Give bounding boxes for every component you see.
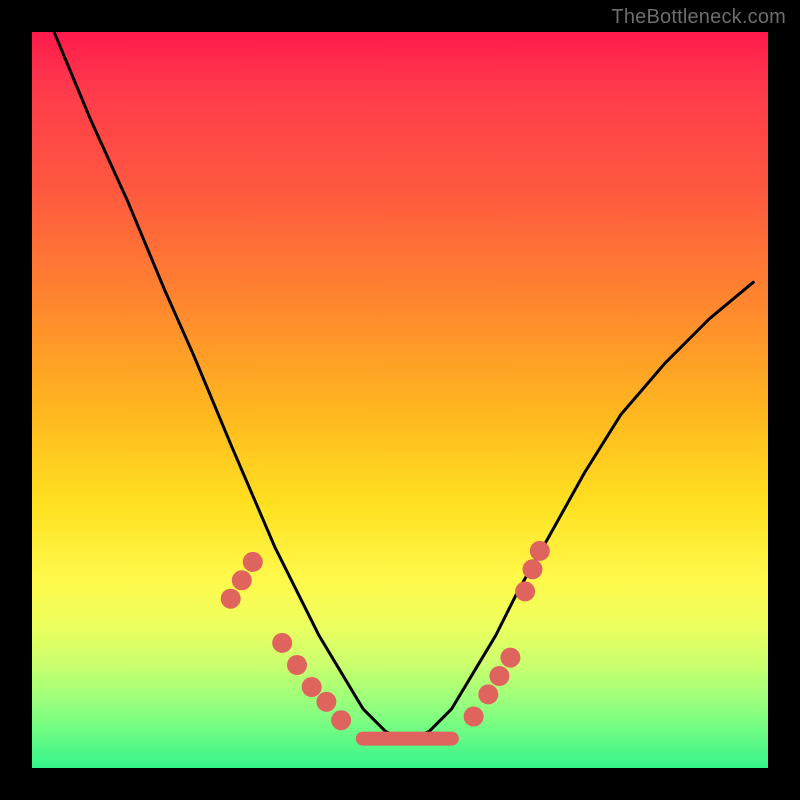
watermark-text: TheBottleneck.com xyxy=(611,6,786,29)
left-dot xyxy=(302,677,322,697)
left-dot xyxy=(316,692,336,712)
left-dot xyxy=(331,710,351,730)
right-dot xyxy=(530,541,550,561)
left-dot xyxy=(287,655,307,675)
right-dot xyxy=(523,559,543,579)
right-dot xyxy=(478,684,498,704)
right-dot xyxy=(489,666,509,686)
left-dot xyxy=(232,570,252,590)
curve-path xyxy=(54,32,753,739)
marker-group xyxy=(221,541,550,730)
bottom-flat-bar xyxy=(356,732,459,746)
chart-svg xyxy=(32,32,768,768)
plot-area xyxy=(32,32,768,768)
right-dot xyxy=(500,648,520,668)
right-dot xyxy=(464,707,484,727)
left-dot xyxy=(243,552,263,572)
chart-frame: TheBottleneck.com xyxy=(0,0,800,800)
right-dot xyxy=(515,581,535,601)
left-dot xyxy=(221,589,241,609)
left-dot xyxy=(272,633,292,653)
